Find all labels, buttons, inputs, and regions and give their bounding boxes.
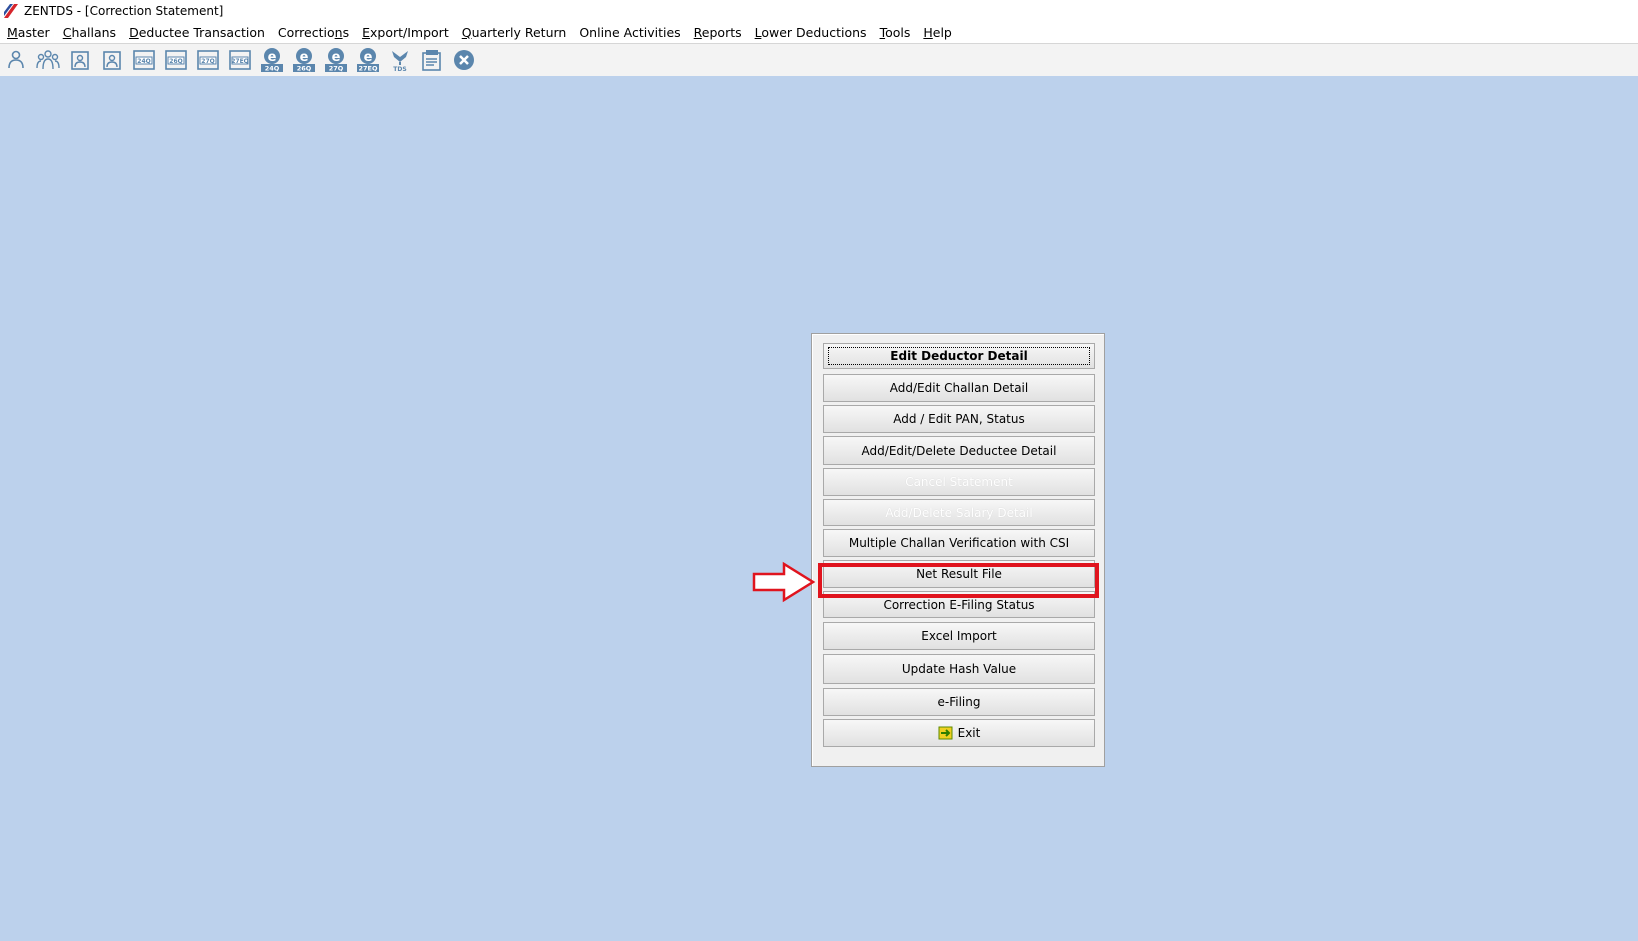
report-icon[interactable]	[416, 46, 448, 74]
multiple-challan-verification-with-csi-button[interactable]: Multiple Challan Verification with CSI	[823, 529, 1095, 557]
button-label: Net Result File	[916, 567, 1002, 581]
button-label: Add/Edit Challan Detail	[889, 381, 1029, 395]
button-label: Edit Deductor Detail	[890, 349, 1028, 363]
form-27eq-icon[interactable]: 27EQ	[224, 46, 256, 74]
menu-lower-deductions[interactable]: Lower Deductions	[755, 25, 867, 40]
update-hash-value-button[interactable]: Update Hash Value	[823, 654, 1095, 684]
button-label: Excel Import	[921, 629, 997, 643]
efile-24q-icon[interactable]: e 24Q	[256, 46, 288, 74]
menu-reports[interactable]: Reports	[694, 25, 742, 40]
efile-27q-icon[interactable]: e 27Q	[320, 46, 352, 74]
button-label: Cancel Statement	[905, 475, 1013, 489]
menu-deductee-transaction[interactable]: Deductee Transaction	[129, 25, 265, 40]
menu-help[interactable]: Help	[923, 25, 952, 40]
button-label: Add/Delete Salary Detail	[885, 505, 1033, 520]
efile-27eq-icon[interactable]: e 27EQ	[352, 46, 384, 74]
svg-text:e: e	[332, 50, 341, 65]
correction-e-filing-status-button[interactable]: Correction E-Filing Status	[823, 591, 1095, 618]
title-bar: ZENTDS - [Correction Statement]	[0, 0, 1638, 22]
menu-online-activities[interactable]: Online Activities	[579, 25, 680, 40]
svg-text:e: e	[268, 50, 277, 65]
add-edit-challan-detail-button[interactable]: Add/Edit Challan Detail	[823, 374, 1095, 402]
button-label: Correction E-Filing Status	[883, 597, 1035, 612]
button-label: e-Filing	[937, 695, 981, 709]
menu-export-import[interactable]: Export/Import	[362, 25, 449, 40]
excel-import-button[interactable]: Excel Import	[823, 622, 1095, 650]
add-edit-pan-status-button[interactable]: Add / Edit PAN, Status	[823, 405, 1095, 433]
svg-text:26Q: 26Q	[297, 65, 312, 73]
deductee-form-icon[interactable]	[64, 46, 96, 74]
svg-text:e: e	[300, 50, 309, 65]
add-delete-salary-detail-button[interactable]: Add/Delete Salary Detail	[823, 499, 1095, 526]
button-label: Exit	[957, 726, 981, 740]
menu-challans[interactable]: Challans	[63, 25, 116, 40]
toolbar: 24Q 26Q 27Q 27EQ e 24Q e 26Q e 27Q e 27EQ TDS	[0, 44, 1638, 76]
svg-text:e: e	[364, 50, 373, 65]
button-label: Update Hash Value	[901, 662, 1017, 676]
svg-text:27EQ: 27EQ	[358, 65, 377, 73]
tds-icon[interactable]: TDS	[384, 46, 416, 74]
deductees-icon[interactable]	[32, 46, 64, 74]
pointer-arrow-icon	[752, 561, 816, 603]
add-edit-delete-deductee-detail-button[interactable]: Add/Edit/Delete Deductee Detail	[823, 436, 1095, 465]
button-label: Add/Edit/Delete Deductee Detail	[861, 443, 1057, 458]
edit-deductor-detail-button[interactable]: Edit Deductor Detail	[823, 343, 1095, 369]
svg-text:27Q: 27Q	[329, 65, 344, 73]
menu-corrections[interactable]: Corrections	[278, 25, 349, 40]
app-logo-icon	[4, 4, 18, 18]
form-26q-icon[interactable]: 26Q	[160, 46, 192, 74]
cancel-statement-button[interactable]: Cancel Statement	[823, 468, 1095, 496]
close-icon[interactable]	[448, 46, 480, 74]
deductee-form-2-icon[interactable]	[96, 46, 128, 74]
svg-text:27Q: 27Q	[201, 58, 214, 65]
form-27q-icon[interactable]: 27Q	[192, 46, 224, 74]
menu-tools[interactable]: Tools	[880, 25, 911, 40]
button-label: Add / Edit PAN, Status	[893, 412, 1025, 426]
menu-bar: Master Challans Deductee Transaction Correc…	[0, 22, 1638, 44]
exit-button[interactable]: Exit	[823, 719, 1095, 747]
svg-text:TDS: TDS	[393, 66, 406, 72]
correction-actions-panel: Edit Deductor Detail Add/Edit Challan Det…	[811, 333, 1105, 767]
menu-quarterly-return[interactable]: Quarterly Return	[462, 25, 567, 40]
form-24q-icon[interactable]: 24Q	[128, 46, 160, 74]
deductor-icon[interactable]	[0, 46, 32, 74]
exit-icon	[938, 726, 954, 740]
menu-master[interactable]: Master	[7, 25, 50, 40]
svg-text:27EQ: 27EQ	[231, 58, 249, 65]
net-result-file-button[interactable]: Net Result File	[823, 560, 1095, 588]
efile-26q-icon[interactable]: e 26Q	[288, 46, 320, 74]
button-label: Multiple Challan Verification with CSI	[848, 536, 1070, 550]
window-title: ZENTDS - [Correction Statement]	[24, 4, 224, 18]
svg-text:24Q: 24Q	[137, 58, 150, 65]
e-filing-button[interactable]: e-Filing	[823, 688, 1095, 716]
svg-text:24Q: 24Q	[265, 65, 280, 73]
svg-text:26Q: 26Q	[169, 58, 182, 65]
